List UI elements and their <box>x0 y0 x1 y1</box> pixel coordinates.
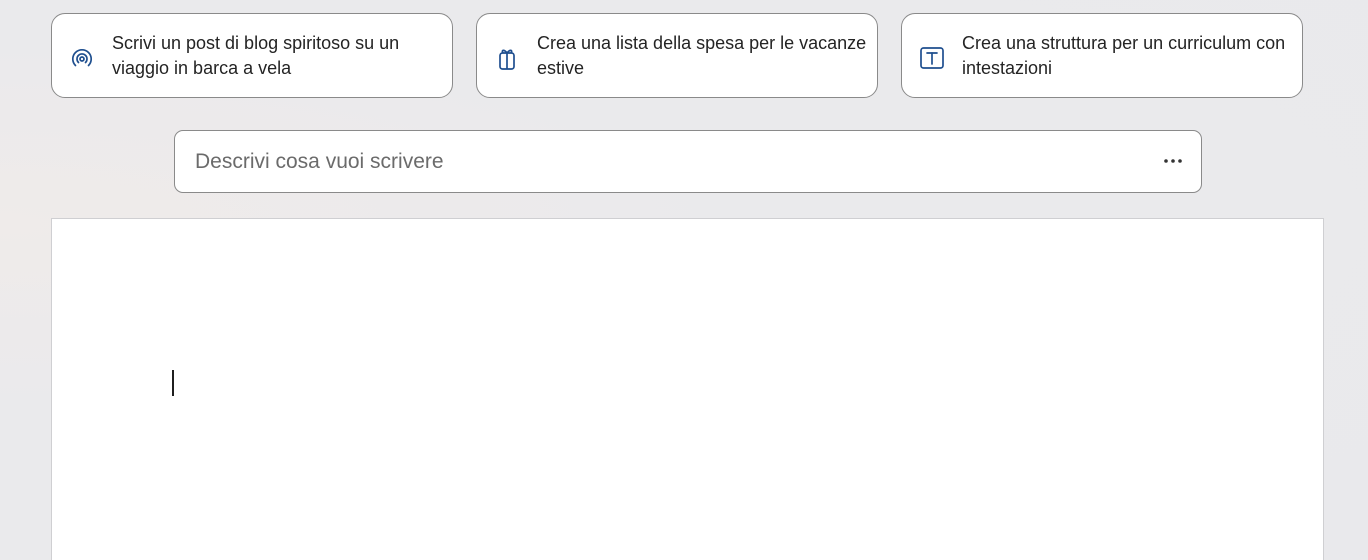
suggestion-card-shopping-list[interactable]: Crea una lista della spesa per le vacanz… <box>476 13 878 98</box>
gift-icon <box>493 44 521 72</box>
prompt-box <box>174 130 1202 193</box>
suggestion-card-sailing-blog-post[interactable]: Scrivi un post di blog spiritoso su un v… <box>51 13 453 98</box>
suggestion-text: Crea una lista della spesa per le vacanz… <box>537 33 867 78</box>
broadcast-icon <box>68 44 96 72</box>
suggestion-text: Scrivi un post di blog spiritoso su un v… <box>112 33 400 78</box>
more-horizontal-icon <box>1159 147 1187 175</box>
document-page[interactable] <box>51 218 1324 560</box>
more-options-button[interactable] <box>1159 147 1187 175</box>
text-box-icon <box>918 44 946 72</box>
prompt-input[interactable] <box>195 145 1115 179</box>
suggestion-card-resume-outline[interactable]: Crea una struttura per un curriculum con… <box>901 13 1303 98</box>
text-cursor <box>172 370 174 396</box>
suggestion-text: Crea una struttura per un curriculum con… <box>962 33 1286 78</box>
suggestion-cards: Scrivi un post di blog spiritoso su un v… <box>51 13 1307 101</box>
